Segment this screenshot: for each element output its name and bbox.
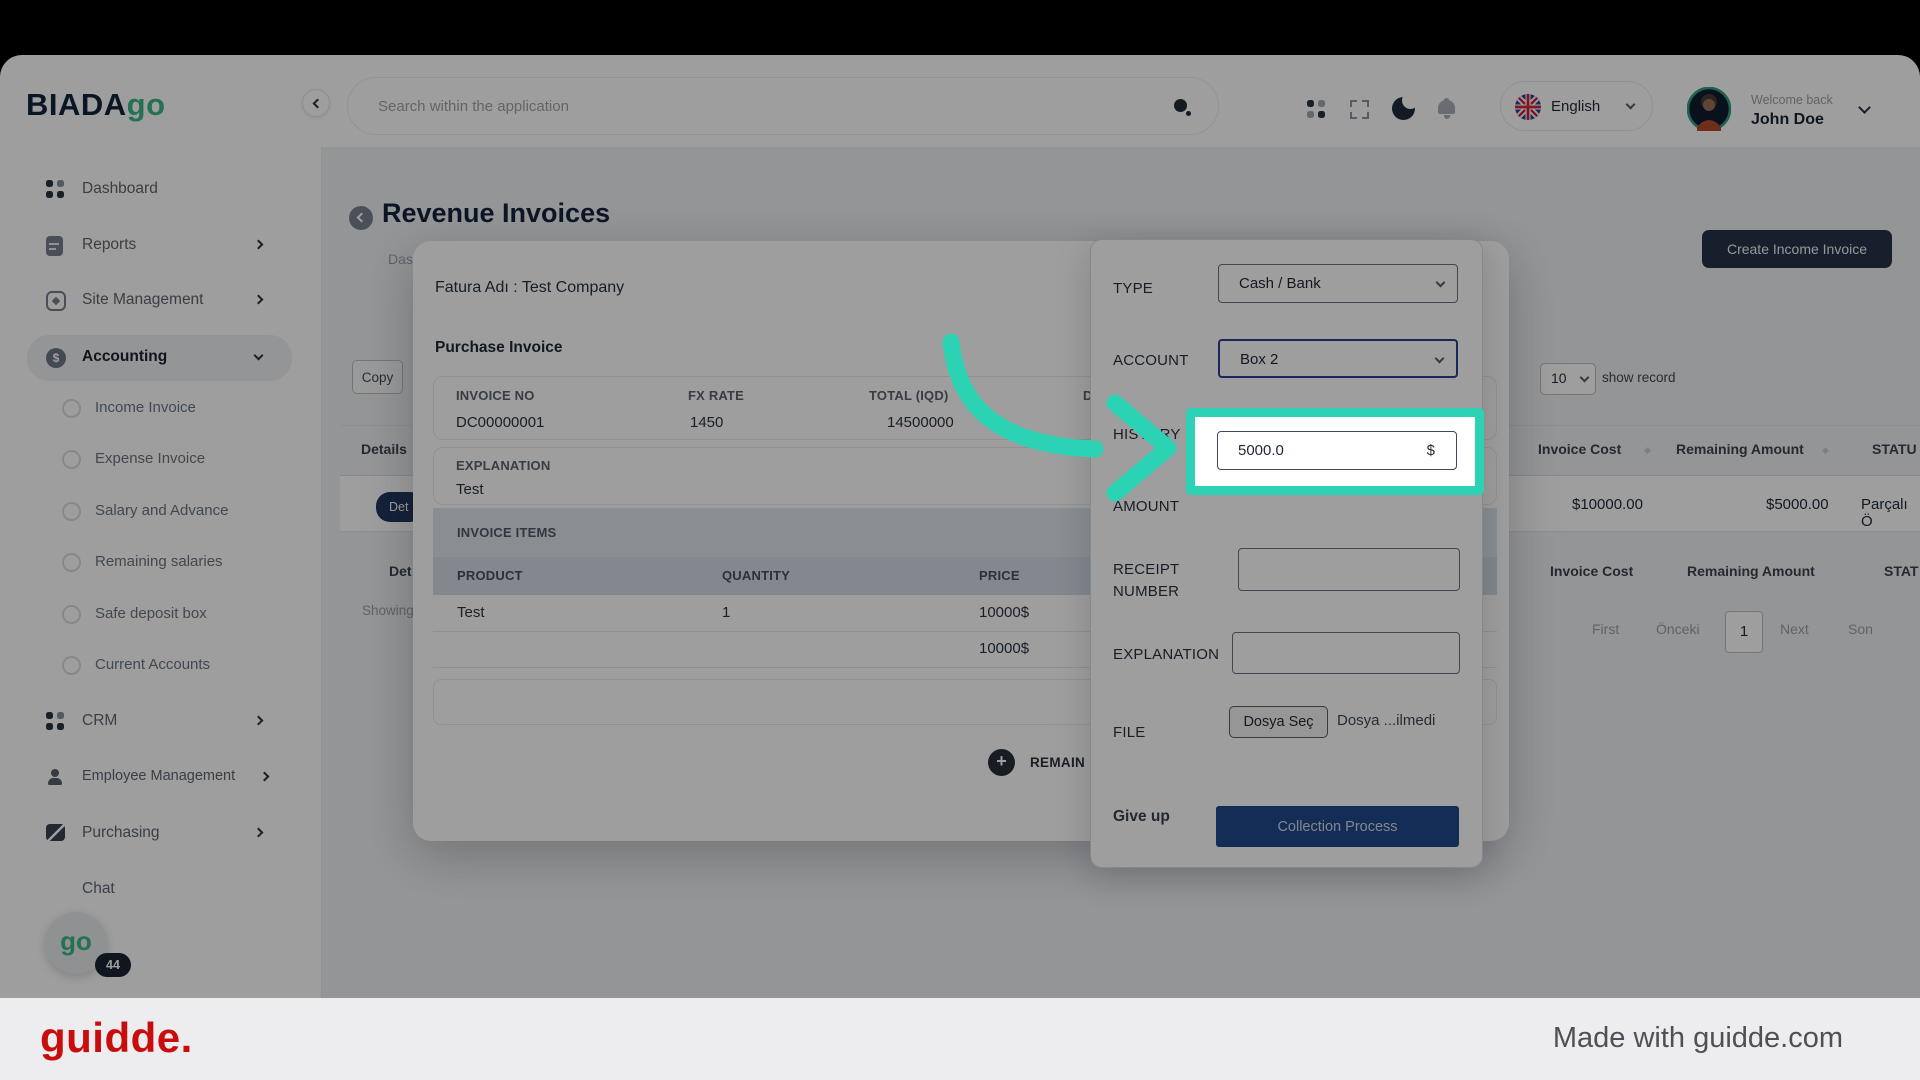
currency-suffix: $ — [1427, 442, 1435, 459]
guidde-brand-logo: guidde. — [40, 1014, 193, 1062]
made-with-guidde-text: Made with guidde.com — [1553, 1022, 1843, 1055]
dim-overlay — [0, 0, 1920, 1080]
highlight-box: $ — [1186, 408, 1484, 495]
amount-input[interactable] — [1217, 431, 1457, 470]
guidde-footer: guidde. Made with guidde.com — [0, 998, 1920, 1080]
